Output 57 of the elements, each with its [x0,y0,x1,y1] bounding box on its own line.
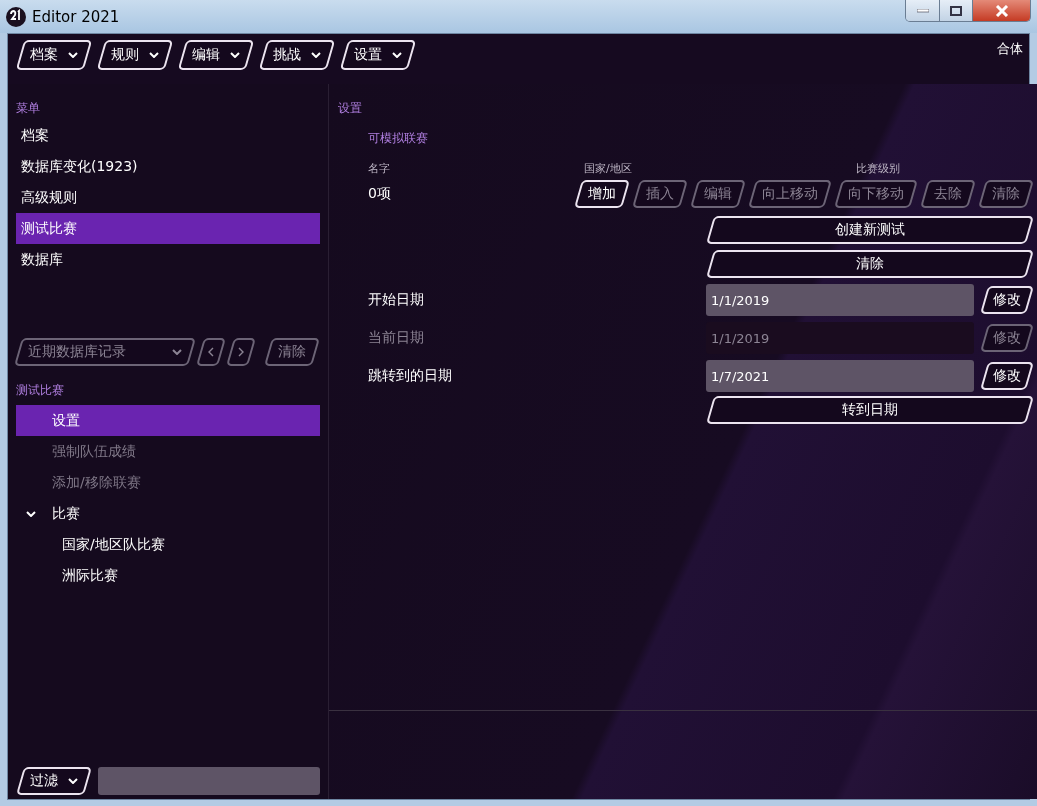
chevron-down-icon [311,52,321,58]
menu-item[interactable]: 数据库 [16,244,320,275]
filter-button[interactable]: 过滤 [16,767,92,795]
tree-item[interactable]: 洲际比赛 [16,560,320,591]
chevron-down-icon [392,52,402,58]
list-title: 可模拟联赛 [368,130,429,147]
app-logo-icon [6,6,26,27]
chevron-down-icon [230,52,240,58]
menu-button[interactable]: 规则 [97,40,173,70]
menu-item[interactable]: 高级规则 [16,182,320,213]
chevron-down-icon [68,778,78,784]
tree-item[interactable]: 比赛 [52,504,80,523]
chevron-down-icon [149,52,159,58]
close-icon [994,4,1009,17]
section-heading: 设置 [338,99,363,117]
change-button[interactable]: 修改 [980,362,1034,390]
column-header: 国家/地区 [584,160,633,176]
minimize-button[interactable] [906,0,940,21]
mode-label: 合体 [997,40,1023,58]
date-field[interactable]: 1/1/2019 [706,284,974,316]
next-button[interactable] [226,338,256,366]
menu-button[interactable]: 编辑 [178,40,254,70]
goto-date-button[interactable]: 转到日期 [706,396,1034,424]
chevron-down-icon [68,52,78,58]
menu-item[interactable]: 数据库变化(1923) [16,151,320,182]
date-label: 当前日期 [368,329,425,347]
date-label: 开始日期 [368,291,425,309]
item-count: 0项 [368,185,392,203]
menu-button[interactable]: 设置 [340,40,416,70]
wide-button[interactable]: 清除 [706,250,1034,278]
action-button[interactable]: 增加 [574,180,630,208]
column-header: 比赛级别 [856,160,901,176]
previous-icon [208,347,214,357]
menu-item[interactable]: 档案 [16,120,320,151]
maximize-icon [950,5,962,16]
filter-field[interactable] [98,767,320,795]
section-heading: 测试比赛 [16,381,65,399]
tree-item[interactable]: 设置 [16,405,320,436]
previous-button[interactable] [196,338,226,366]
date-field[interactable]: 1/7/2021 [706,360,974,392]
next-icon [238,347,244,357]
menu-button[interactable]: 档案 [16,40,92,70]
column-header: 名字 [368,160,391,176]
tree-item[interactable]: 国家/地区队比赛 [16,529,320,560]
tree-toggle[interactable] [24,510,38,517]
date-label: 跳转到的日期 [368,367,453,385]
close-button[interactable] [973,0,1030,21]
change-button[interactable]: 修改 [980,286,1034,314]
menu-button[interactable]: 挑战 [259,40,335,70]
wide-button[interactable]: 创建新测试 [706,216,1034,244]
section-heading: 菜单 [16,99,41,117]
chevron-down-icon [172,349,182,355]
window-title: Editor 2021 [32,7,121,26]
chevron-down-icon [26,510,36,517]
minimize-icon [916,8,929,13]
maximize-button[interactable] [940,0,973,21]
menu-item[interactable]: 测试比赛 [16,213,320,244]
